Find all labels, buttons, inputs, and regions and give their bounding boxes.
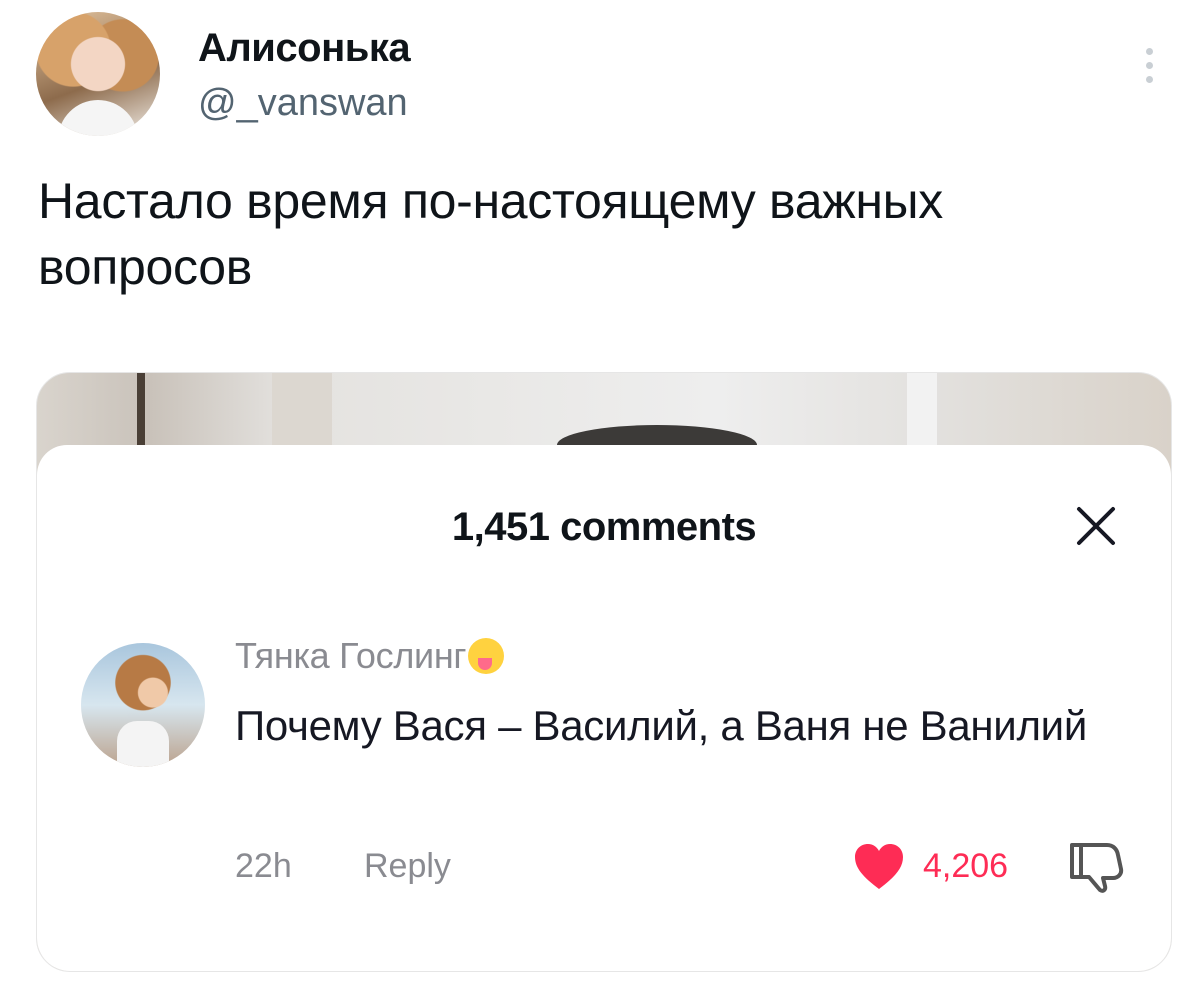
like-count: 4,206 (923, 847, 1009, 885)
tweet-media[interactable]: 1,451 comments Тянка Гослинг Почему Вася… (36, 372, 1172, 972)
commenter-username-text: Тянка Гослинг (235, 635, 467, 676)
author-display-name[interactable]: Алисонька (198, 26, 411, 71)
tweet-header: Алисонька @_vanswan (36, 12, 1164, 142)
winking-tongue-emoji-icon (468, 638, 505, 674)
reply-button[interactable]: Reply (364, 847, 451, 886)
commenter-avatar[interactable] (81, 643, 205, 767)
close-icon[interactable] (1073, 503, 1119, 549)
dislike-icon[interactable] (1067, 839, 1125, 893)
more-vertical-icon[interactable] (1142, 44, 1156, 94)
comments-panel: 1,451 comments Тянка Гослинг Почему Вася… (37, 445, 1171, 971)
commenter-username[interactable]: Тянка Гослинг (235, 635, 505, 677)
comment-timestamp: 22h (235, 847, 292, 885)
comment-text: Почему Вася – Василий, а Ваня не Ванилий (235, 702, 1087, 749)
tweet-text: Настало время по-настоящему важных вопро… (38, 173, 944, 295)
comments-count-title: 1,451 comments (451, 505, 757, 549)
heart-icon[interactable] (853, 843, 905, 891)
author-avatar[interactable] (36, 12, 160, 136)
author-handle[interactable]: @_vanswan (198, 82, 408, 125)
